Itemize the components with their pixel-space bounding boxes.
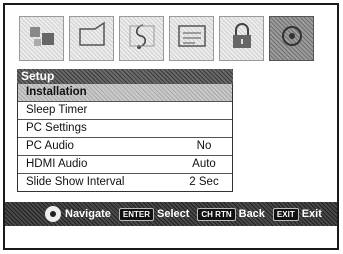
hint-back: CH RTN Back (197, 207, 265, 221)
tab-channel[interactable] (169, 16, 214, 61)
select-label: Select (156, 208, 190, 220)
menu-item-label: PC Settings (26, 122, 87, 134)
navigate-label: Navigate (65, 208, 111, 220)
tab-audio[interactable] (119, 16, 164, 61)
exit-label: Exit (301, 208, 322, 220)
hint-select: ENTER Select (118, 207, 190, 221)
tab-setup[interactable] (269, 16, 314, 61)
screen-icon (75, 19, 109, 58)
menu-item-sleep-timer[interactable]: Sleep Timer (18, 101, 232, 119)
menu-item-label: Installation (26, 86, 87, 98)
tab-lock[interactable] (219, 16, 264, 61)
picture-icon (25, 19, 59, 58)
hint-exit: EXIT Exit (272, 207, 322, 221)
menu-item-label: Slide Show Interval (26, 176, 125, 188)
menu-item-value (180, 102, 228, 119)
enter-key-icon: ENTER (118, 207, 154, 221)
lock-icon (225, 19, 259, 58)
ch-list-icon (175, 19, 209, 58)
menu-item-pc-audio[interactable]: PC Audio No (18, 137, 232, 155)
tab-picture[interactable] (19, 16, 64, 61)
navigation-hint-bar: Navigate ENTER Select CH RTN Back EXIT E… (5, 202, 337, 226)
exit-key-icon: EXIT (272, 207, 299, 221)
hint-navigate: Navigate (45, 206, 111, 222)
tab-screen[interactable] (69, 16, 114, 61)
menu-item-label: HDMI Audio (26, 158, 88, 170)
menu-title: Setup (17, 69, 233, 84)
navigation-pad-icon (45, 206, 61, 222)
ch-rtn-key-icon: CH RTN (197, 207, 236, 221)
setup-icon (275, 19, 309, 58)
menu-item-slide-show-interval[interactable]: Slide Show Interval 2 Sec (18, 173, 232, 191)
back-label: Back (238, 208, 265, 220)
setup-menu: Setup Installation Sleep Timer PC Settin… (17, 69, 233, 192)
menu-item-installation[interactable]: Installation (18, 84, 232, 101)
menu-item-value: No (196, 140, 212, 152)
menu-item-label: Sleep Timer (26, 104, 88, 116)
menu-item-value (180, 84, 228, 101)
tv-menu-screen: Setup Installation Sleep Timer PC Settin… (3, 3, 339, 250)
menu-item-value: Auto (192, 158, 216, 170)
menu-item-label: PC Audio (26, 140, 74, 152)
audio-icon (125, 19, 159, 58)
menu-item-pc-settings[interactable]: PC Settings (18, 119, 232, 137)
menu-item-value (180, 120, 228, 137)
menu-item-hdmi-audio[interactable]: HDMI Audio Auto (18, 155, 232, 173)
menu-icon-bar (19, 16, 319, 64)
menu-list: Installation Sleep Timer PC Settings PC … (17, 84, 233, 192)
menu-item-value: 2 Sec (189, 176, 219, 188)
